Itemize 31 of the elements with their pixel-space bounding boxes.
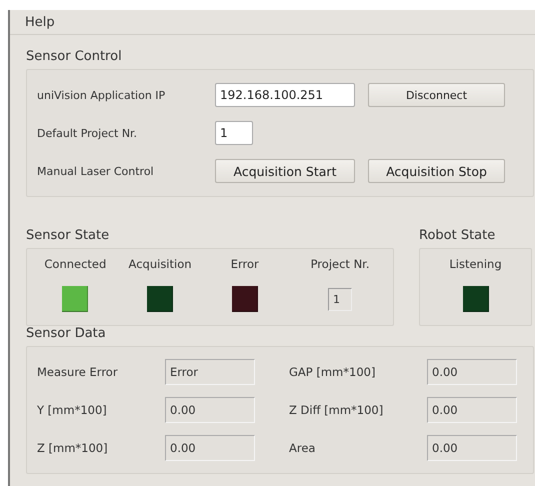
project-number-display: 1 [328,288,352,311]
project-input-field[interactable]: 1 [215,121,253,145]
field-label: Default Project Nr. [37,126,138,140]
menu-item[interactable]: Help [25,14,55,30]
field-label: Z [mm*100] [37,441,109,455]
ip-input-field[interactable]: 192.168.100.251 [215,83,355,107]
readout-field: 0.00 [427,397,517,423]
field-label: Y [mm*100] [37,403,108,417]
readout-field: 0.00 [427,359,517,385]
readout-field: Error [165,359,255,385]
readout-field: 0.00 [427,435,517,461]
indicator-label: Project Nr. [310,257,370,271]
section-title: Sensor Control [26,49,123,65]
field-label: Z Diff [mm*100] [289,403,384,417]
field-label: Manual Laser Control [37,164,155,178]
section-title: Sensor State [26,228,110,244]
readout-field: 0.00 [165,397,255,423]
field-label: Measure Error [37,365,119,379]
disconnect-button[interactable]: Disconnect [368,83,505,107]
acquisition-button[interactable]: Acquisition Stop [368,159,505,183]
indicator-label: Acquisition [128,257,192,271]
field-label: GAP [mm*100] [289,365,376,379]
acquisition-button[interactable]: Acquisition Start [215,159,355,183]
indicator-label: Connected [44,257,106,271]
indicator-label: Listening [449,257,502,271]
section-title: Sensor Data [26,326,107,342]
field-label: Area [289,441,316,455]
indicator-label: Error [230,257,259,271]
section-title: Robot State [419,228,496,244]
readout-field: 0.00 [165,435,255,461]
field-label: uniVision Application IP [37,88,166,102]
